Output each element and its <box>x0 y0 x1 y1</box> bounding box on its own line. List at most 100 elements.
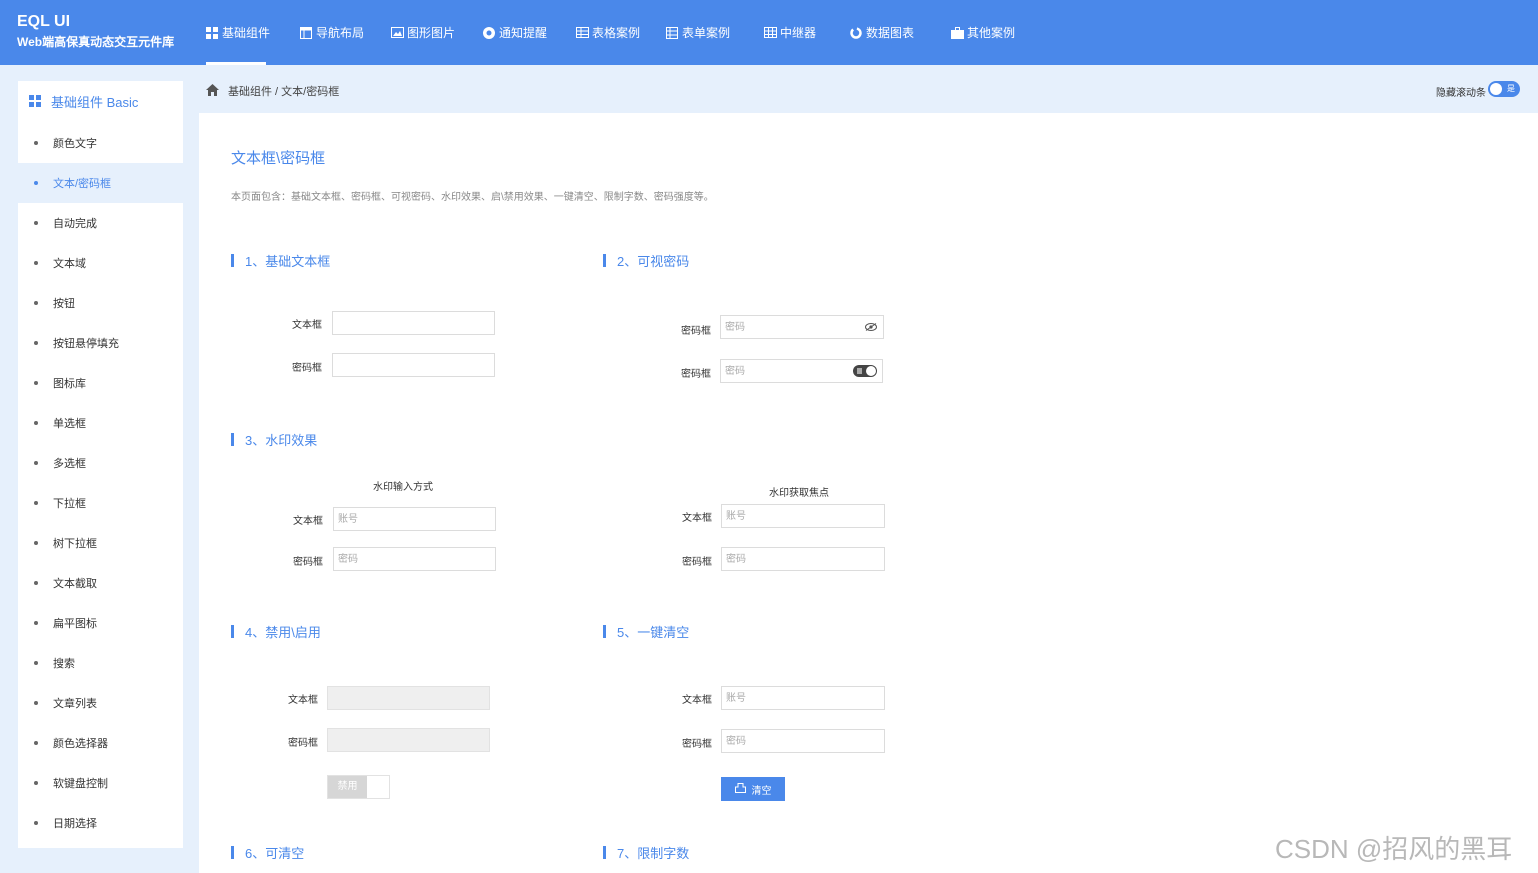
sidebar-item[interactable]: 文本截取 <box>18 563 183 603</box>
hide-scrollbar-toggle[interactable]: 是 <box>1488 81 1520 97</box>
text-field-label: 文本框 <box>293 516 323 527</box>
csdn-watermark: CSDN @招风的黑耳 <box>1275 834 1513 864</box>
bullet-icon <box>34 781 38 785</box>
bullet-icon <box>34 741 38 745</box>
brand-title: EQL UI <box>17 13 71 30</box>
bullet-icon <box>34 461 38 465</box>
basic-text-input[interactable] <box>332 311 495 335</box>
hide-scrollbar-label: 隐藏滚动条 <box>1436 88 1486 99</box>
nav-label: 基础组件 <box>222 26 271 40</box>
sidebar-item[interactable]: 软键盘控制 <box>18 763 183 803</box>
clear-button[interactable]: 清空 <box>721 777 785 801</box>
watermark-text-input[interactable] <box>333 507 496 531</box>
sidebar-item[interactable]: 多选框 <box>18 443 183 483</box>
nav-item-table[interactable]: 表格案例 <box>576 0 640 65</box>
sidebar-item-label: 文本截取 <box>53 578 97 590</box>
sidebar-item[interactable]: 颜色选择器 <box>18 723 183 763</box>
nav-item-image[interactable]: 图形图片 <box>391 0 455 65</box>
nav-item-basic[interactable]: 基础组件 <box>206 0 270 65</box>
image-icon <box>391 26 404 39</box>
page-description: 本页面包含：基础文本框、密码框、可视密码、水印效果、启\禁用效果、一键清空、限制… <box>231 192 714 203</box>
clearable-password-input[interactable] <box>721 729 885 753</box>
nav-item-layout[interactable]: 导航布局 <box>300 0 364 65</box>
bullet-icon <box>34 661 38 665</box>
table-icon <box>576 26 589 39</box>
sidebar-item-label: 文章列表 <box>53 698 97 710</box>
password-field-label: 密码框 <box>292 363 322 374</box>
bullet-icon <box>34 141 38 145</box>
sidebar-item[interactable]: 下拉框 <box>18 483 183 523</box>
disabled-password-input[interactable] <box>327 728 490 752</box>
sidebar-item[interactable]: 文章列表 <box>18 683 183 723</box>
sidebar-item[interactable]: 按钮悬停填充 <box>18 323 183 363</box>
sidebar-item-label: 单选框 <box>53 418 86 430</box>
password-field-label: 密码框 <box>681 369 711 380</box>
disable-toggle[interactable]: 禁用 <box>327 775 390 799</box>
bell-icon <box>483 26 495 39</box>
section-bar <box>603 845 606 859</box>
bullet-icon <box>34 221 38 225</box>
sidebar-header[interactable]: 基础组件 Basic <box>18 81 183 121</box>
bullet-icon <box>34 301 38 305</box>
text-field-label: 文本框 <box>292 320 322 331</box>
sidebar-item[interactable]: 图标库 <box>18 363 183 403</box>
focus-watermark-password-input[interactable] <box>721 547 885 571</box>
password-field-label: 密码框 <box>288 738 318 749</box>
section-title-text: 4、禁用\启用 <box>245 624 321 640</box>
show-password-switch[interactable] <box>853 365 877 377</box>
sidebar-item[interactable]: 搜索 <box>18 643 183 683</box>
nav-item-notify[interactable]: 通知提醒 <box>483 0 547 65</box>
grid-icon <box>29 95 41 107</box>
sidebar-item-label: 颜色选择器 <box>53 738 108 750</box>
sidebar-item[interactable]: 树下拉框 <box>18 523 183 563</box>
bullet-icon <box>34 181 38 185</box>
home-icon[interactable] <box>206 84 219 96</box>
section-bar <box>231 253 234 267</box>
repeater-icon <box>764 26 777 39</box>
focus-watermark-text-input[interactable] <box>721 504 885 528</box>
sidebar-item[interactable]: 单选框 <box>18 403 183 443</box>
sidebar-item[interactable]: 按钮 <box>18 283 183 323</box>
section-title-text: 6、可清空 <box>245 845 305 861</box>
sidebar-item-label: 按钮 <box>53 298 75 310</box>
layout-icon <box>300 26 312 39</box>
nav-item-chart[interactable]: 数据图表 <box>850 0 914 65</box>
nav-label: 中继器 <box>780 26 817 40</box>
breadcrumb-bar <box>199 65 1538 113</box>
bullet-icon <box>34 501 38 505</box>
watermark-input-caption: 水印输入方式 <box>373 482 433 493</box>
section-title-text: 7、限制字数 <box>617 845 690 861</box>
clearable-text-input[interactable] <box>721 686 885 710</box>
form-icon <box>666 26 678 39</box>
grid-icon <box>206 26 218 39</box>
section-title-disable: 4、禁用\启用 <box>231 623 321 640</box>
watermark-password-input[interactable] <box>333 547 496 571</box>
visible-password-input-eye[interactable] <box>720 315 884 339</box>
switch-mark <box>857 368 862 374</box>
password-field-label: 密码框 <box>293 557 323 568</box>
sidebar-item[interactable]: 日期选择 <box>18 803 183 843</box>
sidebar-item-label: 图标库 <box>53 378 86 390</box>
toggle-knob <box>1490 83 1502 95</box>
sidebar-item-label: 软键盘控制 <box>53 778 108 790</box>
sidebar-item-label: 日期选择 <box>53 818 97 830</box>
text-field-label: 文本框 <box>682 513 712 524</box>
sidebar-item[interactable]: 扁平图标 <box>18 603 183 643</box>
bullet-icon <box>34 381 38 385</box>
basic-password-input[interactable] <box>332 353 495 377</box>
watermark-focus-caption: 水印获取焦点 <box>769 488 829 499</box>
section-title-text: 5、一键清空 <box>617 624 690 640</box>
disabled-text-input[interactable] <box>327 686 490 710</box>
eraser-icon <box>734 782 746 796</box>
sidebar-item-active[interactable]: 文本/密码框 <box>18 163 183 203</box>
nav-item-other[interactable]: 其他案例 <box>951 0 1015 65</box>
nav-item-form[interactable]: 表单案例 <box>666 0 730 65</box>
eye-icon[interactable] <box>865 323 877 331</box>
section-bar <box>603 624 606 638</box>
sidebar-item[interactable]: 自动完成 <box>18 203 183 243</box>
nav-item-repeater[interactable]: 中继器 <box>764 0 816 65</box>
page-title: 文本框\密码框 <box>231 150 326 167</box>
sidebar-item[interactable]: 文本域 <box>18 243 183 283</box>
sidebar-item[interactable]: 颜色文字 <box>18 123 183 163</box>
bullet-icon <box>34 701 38 705</box>
